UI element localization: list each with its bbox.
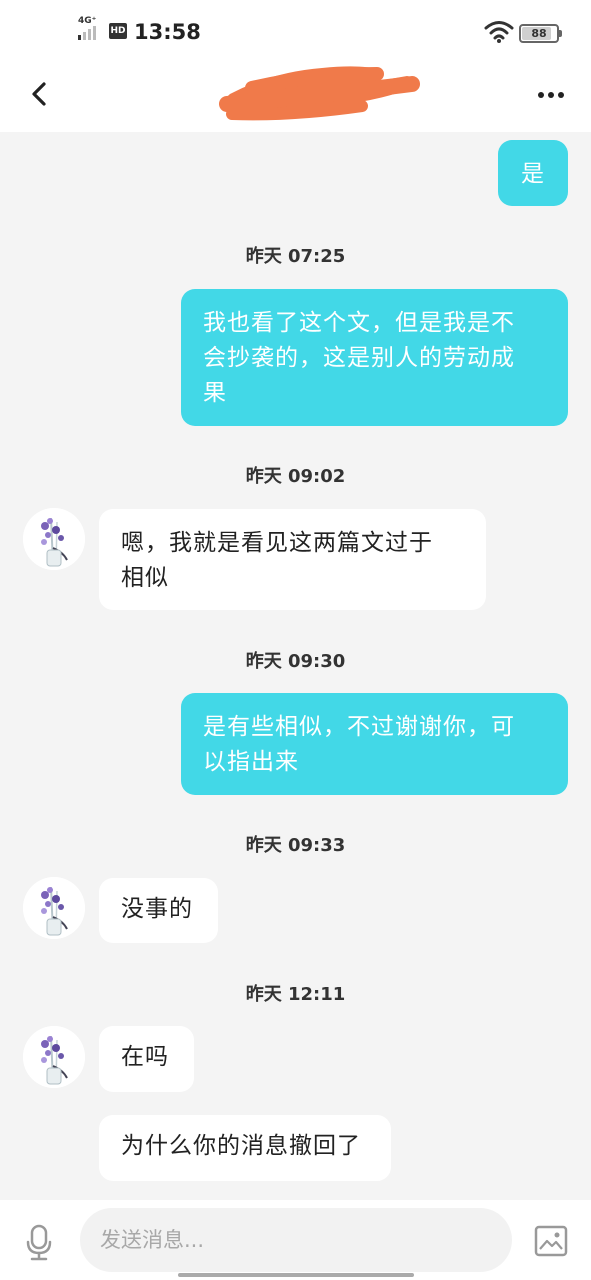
signal-icon: 4G⁺ [78, 16, 102, 42]
message-input[interactable] [80, 1208, 512, 1272]
message-text: 是 [521, 161, 545, 187]
battery-icon: 88 [519, 24, 559, 43]
outgoing-message[interactable]: 是 [498, 140, 568, 206]
network-type: 4G⁺ [78, 16, 97, 26]
contact-avatar[interactable] [23, 1026, 85, 1088]
timestamp: 昨天 12:11 [245, 984, 346, 1005]
message-line: 果 [203, 380, 227, 406]
contact-avatar[interactable] [23, 508, 85, 570]
outgoing-message[interactable]: 是有些相似，不过谢谢你，可 以指出来 [181, 693, 568, 795]
microphone-icon[interactable] [22, 1222, 56, 1262]
message-line: 我也看了这个文，但是我是不 [203, 310, 515, 336]
incoming-message[interactable]: 在吗 [99, 1026, 194, 1092]
message-text: 为什么你的消息撤回了 [121, 1133, 361, 1159]
battery-level: 88 [531, 27, 547, 40]
status-bar: 4G⁺ HD 13:58 88 [0, 0, 591, 62]
redacted-contact-name [219, 66, 420, 121]
message-text: 在吗 [121, 1044, 169, 1070]
home-indicator[interactable] [178, 1273, 414, 1277]
image-icon[interactable] [534, 1224, 568, 1258]
back-arrow-icon[interactable] [22, 76, 58, 112]
status-time: 13:58 [134, 20, 201, 44]
message-line: 以指出来 [203, 749, 299, 775]
timestamp: 昨天 09:30 [245, 651, 346, 672]
wifi-icon [484, 21, 514, 43]
hd-badge: HD [109, 23, 127, 39]
timestamp: 昨天 09:02 [245, 466, 346, 487]
message-line: 嗯，我就是看见这两篇文过于 [121, 530, 433, 556]
incoming-message[interactable]: 没事的 [99, 878, 218, 943]
incoming-message[interactable]: 嗯，我就是看见这两篇文过于 相似 [99, 509, 486, 610]
chat-header [0, 62, 591, 132]
outgoing-message[interactable]: 我也看了这个文，但是我是不 会抄袭的，这是别人的劳动成 果 [181, 289, 568, 426]
more-options-button[interactable] [530, 80, 570, 110]
message-text: 没事的 [121, 896, 193, 922]
incoming-message[interactable]: 为什么你的消息撤回了 [99, 1115, 391, 1181]
message-line: 会抄袭的，这是别人的劳动成 [203, 345, 515, 371]
timestamp: 昨天 07:25 [245, 246, 346, 267]
timestamp: 昨天 09:33 [245, 835, 346, 856]
message-input-bar [0, 1200, 591, 1280]
message-line: 相似 [121, 565, 169, 591]
contact-avatar[interactable] [23, 877, 85, 939]
message-list: 是 昨天 07:25 我也看了这个文，但是我是不 会抄袭的，这是别人的劳动成 果… [0, 132, 591, 1200]
message-line: 是有些相似，不过谢谢你，可 [203, 714, 515, 740]
